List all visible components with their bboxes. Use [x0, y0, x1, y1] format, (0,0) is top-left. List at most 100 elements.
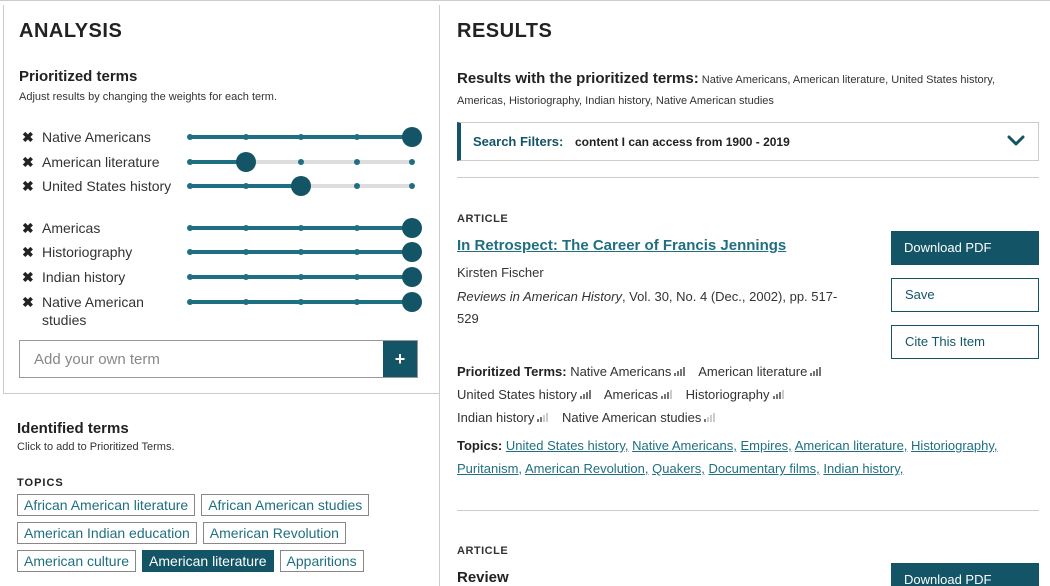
relevance-bar: [707, 417, 710, 422]
slider-tick: [353, 183, 360, 189]
save-button[interactable]: Save: [891, 278, 1039, 312]
relevance-bar: [778, 392, 781, 399]
relevance-bar: [713, 413, 716, 422]
results-heading: RESULTS: [457, 20, 553, 42]
relevance-bar: [540, 417, 543, 422]
topic-chip[interactable]: African American literature: [17, 494, 196, 516]
slider-tick: [353, 159, 360, 165]
cite-this-item-button[interactable]: Cite This Item: [891, 325, 1039, 359]
relevance-bar: [582, 394, 585, 399]
slider-tick: [298, 134, 304, 140]
term-weight-slider[interactable]: [187, 240, 422, 264]
slider-tick: [187, 134, 193, 140]
download-pdf-button[interactable]: Download PDF: [891, 563, 1039, 586]
prioritized-term: United States history: [457, 387, 591, 402]
remove-term-icon[interactable]: ✖: [22, 153, 34, 171]
remove-term-icon[interactable]: ✖: [22, 268, 34, 286]
topic-link[interactable]: Quakers,: [652, 461, 705, 476]
identified-terms-panel: Identified terms Click to add to Priorit…: [0, 394, 440, 586]
topic-link[interactable]: Puritanism,: [457, 461, 522, 476]
term-weight-slider[interactable]: [187, 150, 415, 174]
relevance-bar: [819, 367, 822, 376]
prioritized-term-label: Americas: [603, 387, 659, 402]
prioritized-term: Native American studies: [562, 410, 716, 425]
topic-link[interactable]: American literature,: [795, 438, 908, 453]
relevance-bar: [680, 369, 683, 376]
add-term-input[interactable]: [20, 341, 384, 377]
topic-link[interactable]: Indian history,: [823, 461, 903, 476]
term-weight-slider[interactable]: [187, 216, 422, 240]
prioritized-term-label: United States history: [42, 178, 172, 194]
remove-term-icon[interactable]: ✖: [22, 219, 34, 237]
slider-tick: [298, 299, 304, 305]
slider-tick: [298, 249, 304, 255]
relevance-bar: [537, 419, 540, 422]
topic-link[interactable]: Native Americans,: [632, 438, 737, 453]
relevance-bar: [710, 415, 713, 422]
prioritized-terms-heading: Prioritized terms: [19, 68, 138, 85]
topic-chip[interactable]: American literature: [142, 550, 274, 572]
slider-handle[interactable]: [402, 292, 422, 312]
search-filters-value: content I can access from 1900 - 2019: [575, 135, 790, 149]
relevance-bars-icon: [810, 367, 822, 376]
slider-tick: [298, 159, 304, 165]
prioritized-terms-subtitle: Adjust results by changing the weights f…: [19, 91, 278, 103]
slider-handle[interactable]: [402, 242, 422, 262]
prioritized-term: Indian history: [457, 410, 549, 425]
slider-handle[interactable]: [402, 127, 422, 147]
article-title-link[interactable]: Review: [457, 569, 509, 586]
chip-row: American culture American literature Appar…: [17, 550, 437, 572]
slider-tick: [353, 299, 360, 305]
relevance-bar: [810, 373, 813, 376]
topic-link[interactable]: American Revolution,: [525, 461, 649, 476]
slider-tick: [187, 183, 193, 189]
identified-terms-subtitle: Click to add to Prioritized Terms.: [17, 441, 175, 453]
chip-row: American Indian education American Revolu…: [17, 522, 437, 544]
divider: [457, 177, 1039, 178]
topic-link[interactable]: Empires,: [741, 438, 792, 453]
slider-tick: [298, 274, 304, 280]
slider-tick: [242, 134, 249, 140]
slider-handle[interactable]: [402, 267, 422, 287]
remove-term-icon[interactable]: ✖: [22, 293, 34, 311]
relevance-bar: [772, 396, 775, 399]
search-filters-bar[interactable]: Search Filters: content I can access fro…: [457, 122, 1039, 161]
relevance-bars-icon: [661, 390, 673, 399]
slider-handle[interactable]: [235, 152, 256, 172]
topic-chip[interactable]: American culture: [17, 550, 137, 572]
topic-link[interactable]: Documentary films,: [709, 461, 820, 476]
term-weight-slider[interactable]: [187, 290, 422, 314]
prioritized-term-label: Native American studies: [42, 294, 144, 328]
slider-handle[interactable]: [291, 176, 311, 196]
term-weight-slider[interactable]: [187, 265, 422, 289]
topic-link[interactable]: Historiography,: [911, 438, 997, 453]
remove-term-icon[interactable]: ✖: [22, 177, 34, 195]
topic-chip[interactable]: Apparitions: [279, 550, 364, 572]
slider-tick: [353, 249, 360, 255]
relevance-bar: [546, 413, 549, 422]
prioritized-term-label: Indian history: [42, 269, 126, 285]
relevance-bars-icon: [704, 413, 716, 422]
topic-chip[interactable]: American Indian education: [17, 522, 197, 544]
relevance-bar: [579, 396, 582, 399]
prioritized-term-label: Native Americans: [42, 129, 151, 145]
topic-chip[interactable]: American Revolution: [202, 522, 346, 544]
remove-term-icon[interactable]: ✖: [22, 128, 34, 146]
topic-link[interactable]: United States history,: [506, 438, 629, 453]
relevance-bar: [585, 392, 588, 399]
term-weight-slider[interactable]: [187, 174, 415, 198]
relevance-bars-icon: [537, 413, 549, 422]
slider-handle[interactable]: [402, 218, 422, 238]
slider-tick: [187, 159, 193, 165]
add-term-button[interactable]: +: [383, 341, 417, 377]
download-pdf-button[interactable]: Download PDF: [891, 231, 1039, 265]
chevron-down-icon[interactable]: [1004, 129, 1028, 153]
article-author: Kirsten Fischer: [457, 265, 544, 280]
relevance-bar: [781, 390, 784, 399]
article-title-link[interactable]: In Retrospect: The Career of Francis Jen…: [457, 237, 786, 254]
results-with-label: Results with the prioritized terms:: [457, 70, 699, 87]
add-term-form: +: [19, 340, 418, 378]
topic-chip[interactable]: African American studies: [201, 494, 370, 516]
remove-term-icon[interactable]: ✖: [22, 243, 34, 261]
term-weight-slider[interactable]: [187, 125, 422, 149]
